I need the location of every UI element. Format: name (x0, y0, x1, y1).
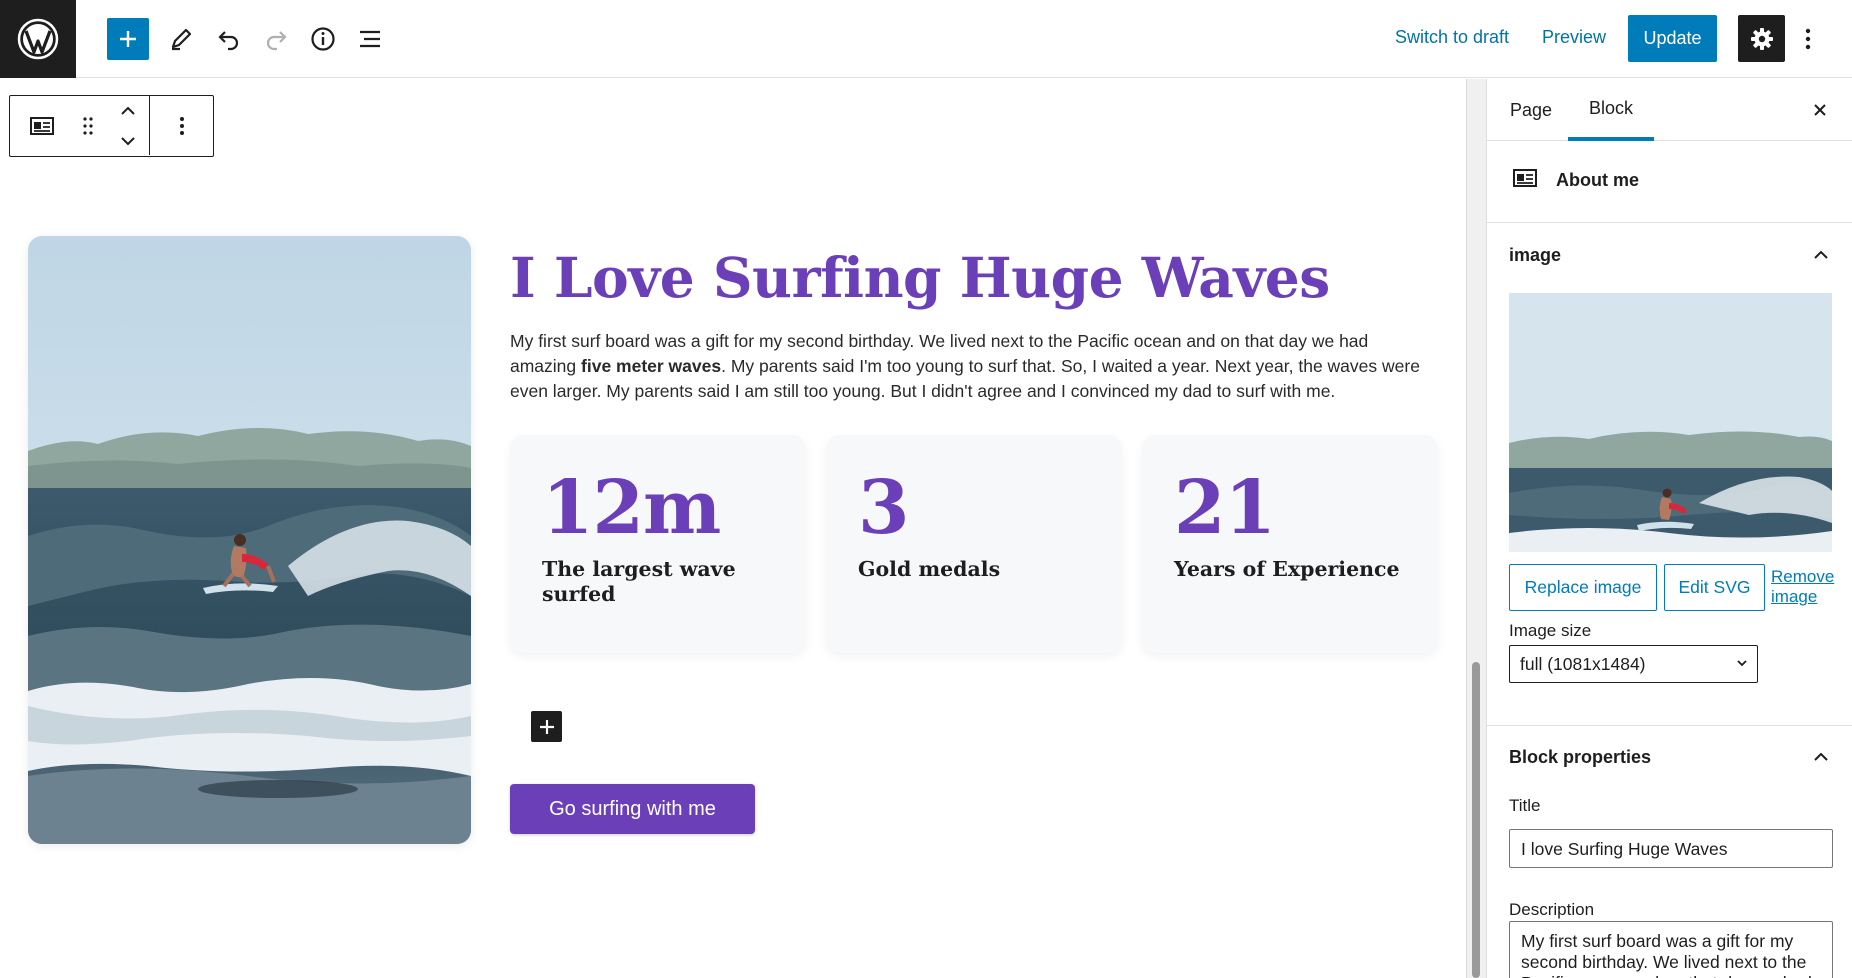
edit-svg-button[interactable]: Edit SVG (1664, 564, 1765, 611)
image-panel-toggle[interactable] (1809, 243, 1833, 267)
redo-button[interactable] (255, 18, 297, 60)
settings-sidebar: Page Block About me image Replace image … (1486, 79, 1852, 978)
block-inserter-button[interactable] (531, 711, 562, 742)
canvas-scrollbar-thumb[interactable] (1472, 662, 1480, 978)
about-me-block-icon (1513, 168, 1537, 193)
stat-label: Years of Experience (1174, 557, 1400, 581)
stat-label: The largest wave surfed (542, 557, 736, 606)
wordpress-logo-icon[interactable] (0, 0, 76, 78)
image-size-value: full (1081x1484) (1520, 653, 1646, 674)
paragraph-bold-text: five meter waves (581, 356, 722, 376)
stat-number: 3 (858, 465, 909, 551)
details-button[interactable] (302, 18, 344, 60)
page-heading[interactable]: I Love Surfing Huge Waves (510, 245, 1330, 310)
move-up-button[interactable] (110, 96, 146, 125)
block-card: About me (1487, 141, 1852, 223)
go-surfing-button[interactable]: Go surfing with me (510, 784, 755, 834)
stat-card[interactable]: 12m The largest wave surfed (510, 435, 806, 653)
panel-divider (1487, 725, 1852, 726)
image-panel-title[interactable]: image (1509, 245, 1561, 266)
remove-image-link[interactable]: Remove image (1771, 567, 1851, 607)
drag-handle[interactable] (70, 96, 106, 155)
update-button[interactable]: Update (1628, 15, 1717, 62)
chevron-up-icon (1814, 752, 1828, 761)
settings-button[interactable] (1738, 15, 1785, 62)
undo-button[interactable] (208, 18, 250, 60)
add-block-button[interactable] (107, 18, 149, 60)
tab-page[interactable]: Page (1509, 79, 1553, 141)
replace-image-button[interactable]: Replace image (1509, 564, 1657, 611)
tools-button[interactable] (160, 18, 202, 60)
preview-button[interactable]: Preview (1542, 27, 1606, 48)
description-field[interactable]: My first surf board was a gift for my se… (1509, 921, 1833, 978)
list-view-button[interactable] (349, 18, 391, 60)
close-sidebar-button[interactable] (1807, 97, 1833, 123)
stat-card[interactable]: 3 Gold medals (826, 435, 1122, 653)
block-type-button[interactable] (24, 96, 60, 155)
intro-paragraph[interactable]: My first surf board was a gift for my se… (510, 329, 1430, 404)
plus-icon (539, 719, 554, 734)
stat-label: Gold medals (858, 557, 1001, 581)
options-button[interactable] (1796, 18, 1820, 60)
image-size-label: Image size (1509, 621, 1592, 640)
switch-to-draft-button[interactable]: Switch to draft (1395, 27, 1509, 48)
sidebar-tabs: Page Block (1487, 79, 1852, 141)
close-icon (1814, 104, 1826, 116)
about-me-block-icon (30, 116, 54, 135)
image-preview (1509, 293, 1832, 552)
block-toolbar (9, 95, 214, 157)
title-field-label: Title (1509, 796, 1541, 815)
stat-number: 12m (542, 465, 721, 551)
move-down-icon (121, 136, 135, 145)
gear-icon (1750, 27, 1773, 50)
block-name: About me (1556, 170, 1639, 190)
chevron-up-icon (1814, 250, 1828, 259)
block-properties-panel-toggle[interactable] (1809, 745, 1833, 769)
plus-icon (120, 31, 136, 47)
pencil-icon (171, 28, 192, 51)
drag-handle-icon (83, 116, 93, 135)
editor-top-bar: Switch to draft Preview Update (0, 0, 1852, 78)
description-field-label: Description (1509, 900, 1595, 919)
stat-number: 21 (1174, 465, 1276, 551)
redo-icon (266, 31, 287, 51)
block-options-button[interactable] (170, 96, 194, 155)
undo-icon (218, 31, 239, 51)
move-down-button[interactable] (110, 126, 146, 155)
chevron-down-icon (1737, 660, 1747, 667)
stat-card[interactable]: 21 Years of Experience (1142, 435, 1438, 653)
more-vertical-icon (180, 116, 184, 135)
more-vertical-icon (1805, 28, 1811, 50)
move-up-icon (121, 106, 135, 115)
surfing-image[interactable] (28, 236, 471, 844)
title-field[interactable]: I love Surfing Huge Waves (1509, 829, 1833, 868)
toolbar-divider (149, 96, 150, 155)
tab-block[interactable]: Block (1568, 79, 1654, 141)
block-properties-panel-title[interactable]: Block properties (1509, 747, 1651, 768)
editor-canvas: I Love Surfing Huge Waves My first surf … (0, 79, 1468, 978)
list-view-icon (360, 30, 380, 48)
image-size-select[interactable]: full (1081x1484) (1509, 645, 1758, 683)
info-icon (311, 27, 335, 51)
